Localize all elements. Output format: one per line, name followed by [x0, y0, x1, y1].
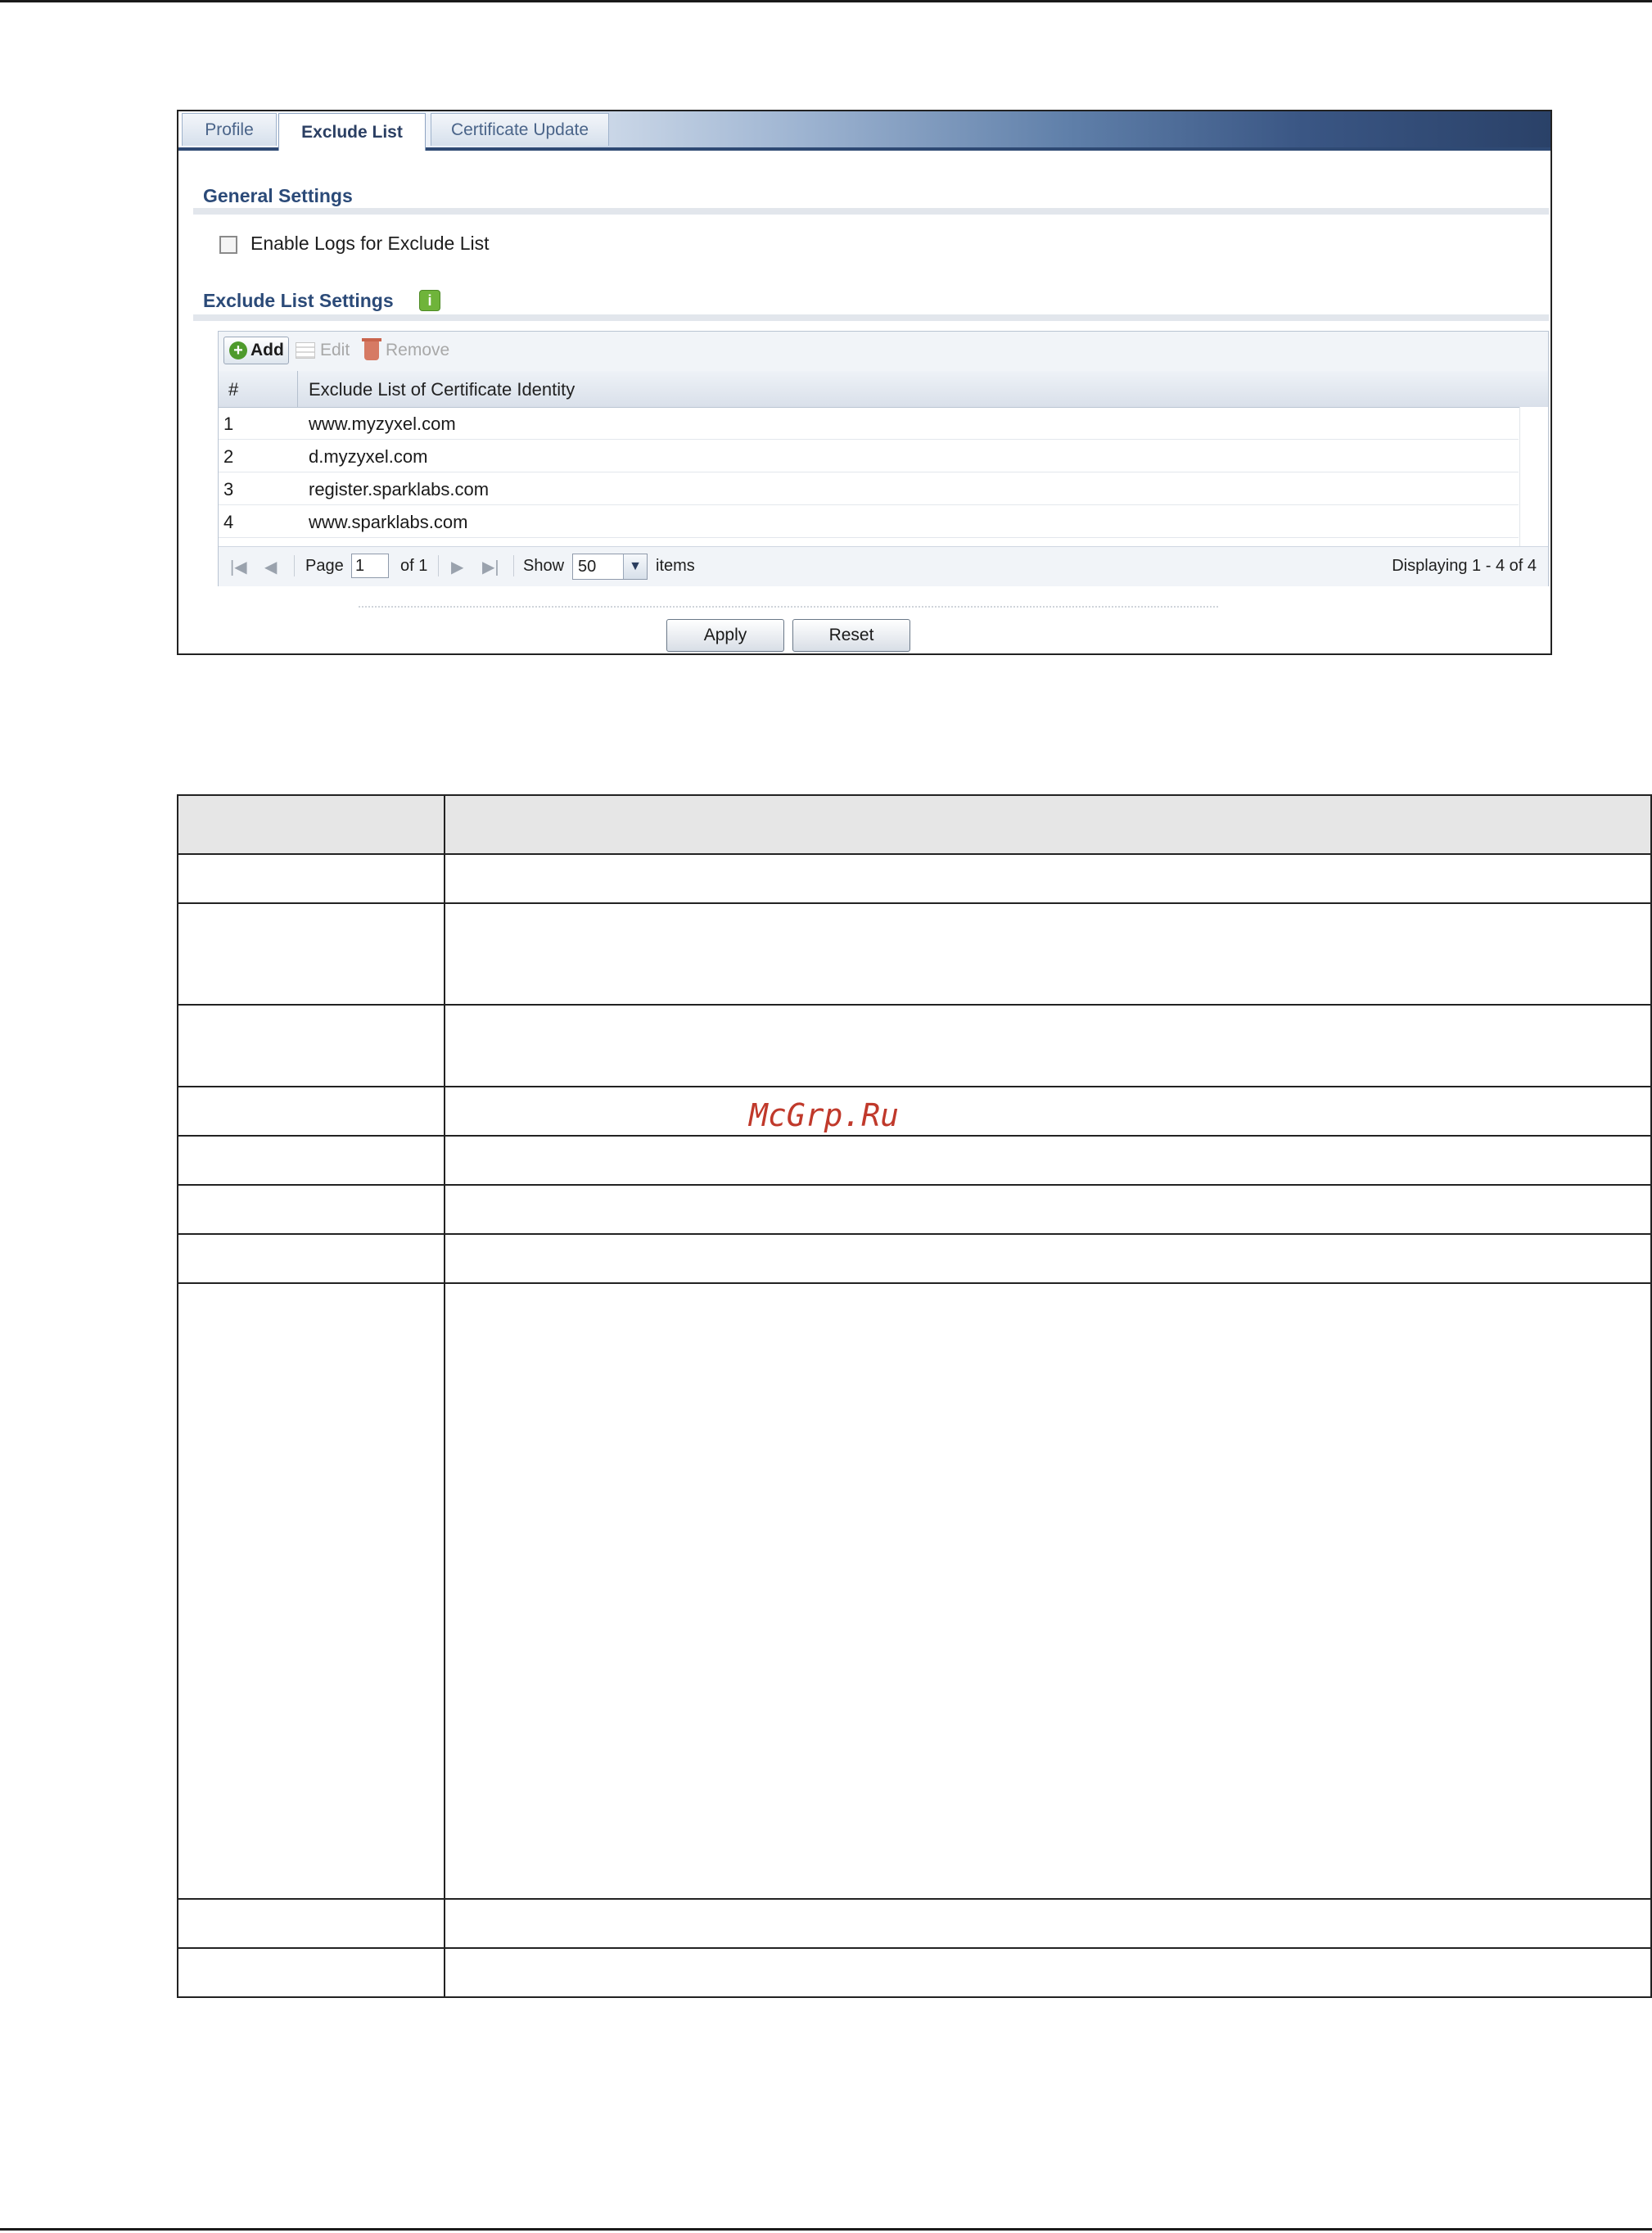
- screenshot-panel: Profile Exclude List Certificate Update …: [177, 110, 1552, 655]
- table-border: [177, 794, 1652, 796]
- pager-divider: [438, 555, 439, 576]
- items-label: items: [656, 557, 695, 575]
- edit-icon: [296, 342, 315, 359]
- exclude-list-grid: + Add Edit Remove # Exclude List of Cert…: [218, 331, 1549, 586]
- button-divider: [359, 606, 1218, 608]
- table-header: # Exclude List of Certificate Identity: [219, 371, 1548, 408]
- info-icon[interactable]: i: [419, 290, 440, 311]
- items-per-page-select[interactable]: 50 ▼: [572, 554, 648, 580]
- pagination-bar: |◀ ◀ Page 1 of 1 ▶ ▶| Show 50 ▼ items Di…: [219, 546, 1548, 586]
- row-number: 1: [223, 414, 234, 434]
- column-divider: [297, 371, 298, 407]
- plus-icon: +: [229, 341, 247, 359]
- table-row-divider: [177, 1086, 1652, 1087]
- show-label: Show: [523, 557, 565, 575]
- column-header-number[interactable]: #: [228, 379, 238, 400]
- table-row-divider: [177, 902, 1652, 904]
- table-row[interactable]: 1 www.myzyxel.com: [219, 407, 1519, 440]
- pager-divider: [513, 555, 514, 576]
- grid-toolbar: + Add Edit Remove: [219, 332, 1548, 372]
- row-identity: register.sparklabs.com: [309, 479, 490, 499]
- table-row-divider: [177, 1135, 1652, 1137]
- description-table-header: [177, 794, 1652, 853]
- tab-exclude-list[interactable]: Exclude List: [278, 113, 426, 151]
- last-page-icon[interactable]: ▶|: [482, 557, 499, 577]
- table-row-divider: [177, 1947, 1652, 1949]
- table-column-divider: [444, 794, 445, 1998]
- grid-scrollbar[interactable]: [1519, 407, 1548, 546]
- page-number-input[interactable]: 1: [351, 554, 389, 578]
- displaying-count: Displaying 1 - 4 of 4: [1392, 557, 1537, 575]
- row-number: 3: [223, 479, 234, 499]
- watermark-text: McGrp.Ru: [749, 1097, 900, 1133]
- table-row-divider: [177, 1004, 1652, 1006]
- row-identity: www.myzyxel.com: [309, 414, 456, 434]
- table-row[interactable]: 4 www.sparklabs.com: [219, 505, 1519, 538]
- column-header-identity[interactable]: Exclude List of Certificate Identity: [309, 379, 575, 400]
- table-border: [177, 794, 178, 1998]
- chevron-down-icon[interactable]: ▼: [623, 554, 647, 579]
- edit-button[interactable]: Edit: [296, 337, 350, 364]
- page-top-rule: [0, 0, 1652, 2]
- page-label: Page: [305, 557, 344, 575]
- add-label: Add: [251, 341, 284, 359]
- table-row[interactable]: 3 register.sparklabs.com: [219, 472, 1519, 505]
- row-number: 4: [223, 512, 234, 532]
- description-table: [177, 794, 1652, 1998]
- add-button[interactable]: + Add: [223, 337, 289, 364]
- table-row-divider: [177, 853, 1652, 855]
- table-row[interactable]: 2 d.myzyxel.com: [219, 440, 1519, 472]
- tab-certificate-update[interactable]: Certificate Update: [431, 113, 609, 146]
- next-page-icon[interactable]: ▶: [451, 557, 463, 577]
- table-border: [177, 1996, 1652, 1998]
- pager-divider: [294, 555, 295, 576]
- table-row-divider: [177, 1898, 1652, 1900]
- section-divider: [193, 208, 1549, 215]
- first-page-icon[interactable]: |◀: [230, 557, 247, 577]
- table-row-divider: [177, 1184, 1652, 1186]
- table-row-divider: [177, 1282, 1652, 1284]
- reset-button[interactable]: Reset: [792, 619, 910, 652]
- items-per-page-value: 50: [578, 558, 597, 576]
- row-identity: d.myzyxel.com: [309, 446, 428, 467]
- general-settings-title: General Settings: [203, 185, 353, 206]
- trash-icon: [362, 338, 381, 360]
- enable-logs-checkbox[interactable]: [219, 236, 237, 254]
- previous-page-icon[interactable]: ◀: [264, 557, 277, 577]
- enable-logs-label: Enable Logs for Exclude List: [251, 233, 490, 254]
- row-identity: www.sparklabs.com: [309, 512, 468, 532]
- edit-label: Edit: [320, 341, 350, 359]
- page-bottom-rule: [0, 2228, 1652, 2231]
- row-number: 2: [223, 446, 234, 467]
- section-divider: [193, 314, 1549, 321]
- table-row-divider: [177, 1233, 1652, 1235]
- page-count-label: of 1: [400, 557, 428, 575]
- exclude-list-settings-title: Exclude List Settings: [203, 290, 394, 311]
- remove-label: Remove: [386, 341, 450, 359]
- remove-button[interactable]: Remove: [362, 337, 450, 364]
- tab-profile[interactable]: Profile: [182, 113, 277, 146]
- apply-button[interactable]: Apply: [666, 619, 784, 652]
